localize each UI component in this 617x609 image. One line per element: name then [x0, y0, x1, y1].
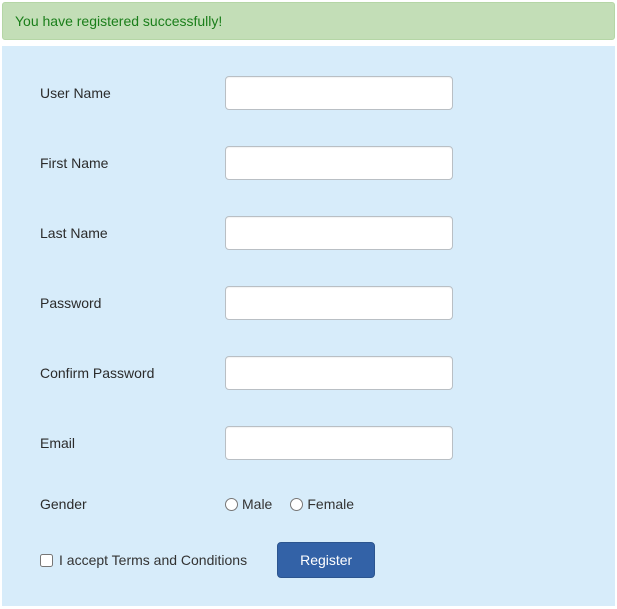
gender-female-option[interactable]: Female	[290, 496, 354, 512]
firstname-row: First Name	[40, 146, 577, 180]
success-message: You have registered successfully!	[15, 13, 222, 29]
password-label: Password	[40, 295, 225, 311]
username-input[interactable]	[225, 76, 453, 110]
password-row: Password	[40, 286, 577, 320]
email-input[interactable]	[225, 426, 453, 460]
email-label: Email	[40, 435, 225, 451]
terms-checkbox[interactable]	[40, 554, 53, 567]
confirm-password-row: Confirm Password	[40, 356, 577, 390]
gender-radio-group: Male Female	[225, 496, 577, 512]
gender-male-option[interactable]: Male	[225, 496, 272, 512]
username-row: User Name	[40, 76, 577, 110]
gender-female-label: Female	[307, 496, 354, 512]
success-alert: You have registered successfully!	[2, 2, 615, 40]
gender-label: Gender	[40, 496, 225, 512]
lastname-label: Last Name	[40, 225, 225, 241]
firstname-input[interactable]	[225, 146, 453, 180]
gender-male-label: Male	[242, 496, 272, 512]
gender-row: Gender Male Female	[40, 496, 577, 512]
firstname-label: First Name	[40, 155, 225, 171]
email-row: Email	[40, 426, 577, 460]
lastname-input[interactable]	[225, 216, 453, 250]
registration-form: User Name First Name Last Name Password …	[2, 46, 615, 606]
terms-row: I accept Terms and Conditions Register	[40, 542, 577, 578]
gender-male-radio[interactable]	[225, 498, 238, 511]
gender-female-radio[interactable]	[290, 498, 303, 511]
terms-option[interactable]: I accept Terms and Conditions	[40, 552, 247, 568]
confirm-password-input[interactable]	[225, 356, 453, 390]
lastname-row: Last Name	[40, 216, 577, 250]
password-input[interactable]	[225, 286, 453, 320]
register-button[interactable]: Register	[277, 542, 375, 578]
confirm-password-label: Confirm Password	[40, 365, 225, 381]
username-label: User Name	[40, 85, 225, 101]
terms-label: I accept Terms and Conditions	[59, 552, 247, 568]
